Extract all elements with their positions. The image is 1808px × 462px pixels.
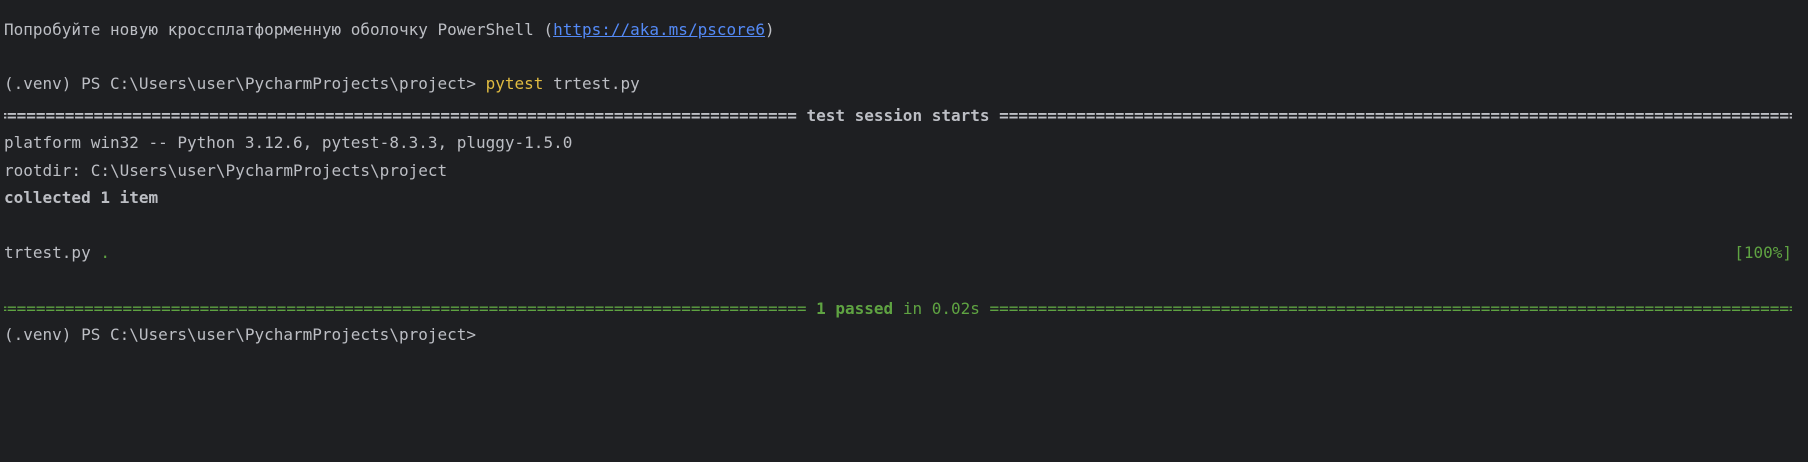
prompt-text-2: (.venv) PS C:\Users\user\PycharmProjects… — [4, 325, 477, 344]
terminal-panel[interactable]: Попробуйте новую кроссплатформенную обол… — [0, 0, 1808, 462]
session-header-title: test session starts — [796, 106, 1000, 125]
powershell-banner: Попробуйте новую кроссплатформенную обол… — [4, 16, 1792, 44]
pscore6-link[interactable]: https://aka.ms/pscore6 — [553, 20, 765, 39]
command-name: pytest — [485, 74, 544, 93]
session-header-rule: ========================================… — [4, 102, 1792, 130]
rule-left: ========================================… — [4, 106, 797, 125]
elapsed-time: in 0.02s — [893, 299, 990, 318]
test-result-line: trtest.py . [100%] — [4, 239, 1792, 267]
platform-line: platform win32 -- Python 3.12.6, pytest-… — [4, 133, 573, 152]
banner-text: Попробуйте новую кроссплатформенную обол… — [4, 20, 554, 39]
rule-right: ========================================… — [999, 106, 1792, 125]
summary-rule: ========================================… — [4, 295, 1792, 323]
pass-dot: . — [90, 243, 110, 262]
summary-rule-left: ========================================… — [4, 299, 807, 318]
prompt-text: (.venv) PS C:\Users\user\PycharmProjects… — [4, 74, 486, 93]
command-prompt-line: (.venv) PS C:\Users\user\PycharmProjects… — [4, 70, 1792, 98]
test-file: trtest.py — [4, 243, 91, 262]
command-args: trtest.py — [543, 74, 640, 93]
collected-line: collected 1 item — [4, 188, 159, 207]
progress-percent: [100%] — [1734, 243, 1792, 262]
passed-count: 1 passed — [806, 299, 894, 318]
summary-rule-right: ========================================… — [989, 299, 1792, 318]
command-prompt-line-2[interactable]: (.venv) PS C:\Users\user\PycharmProjects… — [4, 321, 1792, 349]
rootdir-line: rootdir: C:\Users\user\PycharmProjects\p… — [4, 161, 448, 180]
banner-suffix: ) — [765, 20, 775, 39]
